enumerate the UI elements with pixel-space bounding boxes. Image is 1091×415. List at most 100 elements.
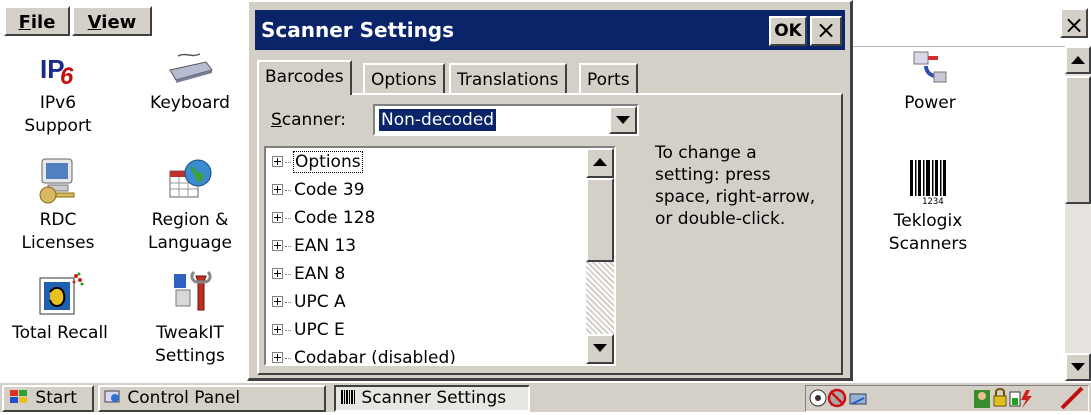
- control-panel-close-button[interactable]: ×: [1060, 8, 1088, 39]
- cp-item-tweakit[interactable]: TweakIT Settings: [140, 270, 240, 368]
- expand-icon[interactable]: [272, 323, 283, 335]
- scanner-label-accel: S: [271, 110, 282, 130]
- tree-item-code128[interactable]: Code 128: [272, 204, 375, 232]
- help-line: To change a: [655, 143, 757, 163]
- cp-item-ipv6-label1: IPv6: [39, 93, 77, 113]
- tree-item-upce[interactable]: UPC E: [272, 316, 345, 344]
- cp-item-power-label1: Power: [904, 93, 956, 113]
- dialog-close-button[interactable]: ×: [810, 16, 842, 46]
- dialog-titlebar: Scanner Settings OK ×: [255, 10, 845, 50]
- taskbar-scanner-settings-label: Scanner Settings: [361, 388, 507, 408]
- control-panel-scrollbar[interactable]: [1065, 46, 1091, 381]
- expand-icon[interactable]: [272, 239, 283, 251]
- stylus-icon: [1060, 386, 1084, 410]
- tree-item-options[interactable]: Options: [272, 148, 363, 176]
- barcode-icon: 1234: [906, 158, 950, 207]
- start-label: Start: [35, 388, 77, 408]
- sync-icon: [849, 393, 867, 405]
- tree-item-codabar[interactable]: Codabar (disabled): [272, 344, 456, 366]
- cp-item-region-label2: Language: [148, 233, 232, 253]
- tab-options[interactable]: Options: [363, 63, 445, 94]
- lock-icon: [993, 388, 1007, 407]
- user-icon: [974, 390, 990, 408]
- expand-icon[interactable]: [272, 183, 283, 195]
- cp-item-keyboard-label1: Keyboard: [150, 93, 230, 113]
- scroll-up-button[interactable]: [1065, 46, 1091, 74]
- cp-item-region-language[interactable]: Region & Language: [140, 155, 240, 255]
- scanner-settings-dialog: Scanner Settings OK × Barcodes Options T…: [247, 0, 853, 381]
- taskbar-scanner-settings[interactable]: Scanner Settings: [334, 385, 530, 412]
- tree-item-label: EAN 8: [294, 264, 346, 284]
- expand-icon[interactable]: [272, 295, 283, 307]
- taskbar: Start Control Panel Scanner Settings: [0, 381, 1091, 412]
- tree-item-label: Options: [293, 151, 363, 173]
- expand-icon[interactable]: [272, 351, 283, 363]
- expand-icon[interactable]: [272, 267, 283, 279]
- taskbar-control-panel[interactable]: Control Panel: [98, 385, 326, 412]
- control-panel-titlebar-right: [853, 0, 1091, 47]
- cp-item-teklogix-scanners[interactable]: 1234 Teklogix Scanners: [868, 158, 988, 256]
- barcode-tree[interactable]: Options Code 39 Code 128 EAN 13 EAN 8 UP…: [264, 146, 616, 366]
- cp-item-rdc-licenses[interactable]: RDC Licenses: [8, 155, 108, 255]
- cp-item-total-recall[interactable]: Total Recall: [4, 270, 116, 345]
- cp-item-rdc-label1: RDC: [39, 210, 77, 230]
- expand-icon[interactable]: [272, 211, 283, 223]
- scroll-down-button[interactable]: [1065, 353, 1091, 381]
- tree-scroll-down-button[interactable]: [586, 334, 614, 364]
- help-line: or double-click.: [655, 209, 786, 229]
- chevron-down-icon: [616, 116, 630, 124]
- menu-view-label-rest: iew: [101, 12, 137, 33]
- menu-file-accel: F: [18, 12, 31, 33]
- tweakit-icon: [166, 270, 214, 318]
- tree-scrollbar[interactable]: [586, 148, 614, 364]
- help-line: space, right-arrow,: [655, 187, 816, 207]
- keyboard-icon: [166, 48, 214, 88]
- ok-button[interactable]: OK: [769, 16, 807, 46]
- tree-item-label: Codabar (disabled): [294, 348, 456, 366]
- tree-item-code39[interactable]: Code 39: [272, 176, 365, 204]
- cp-item-region-label1: Region &: [151, 210, 229, 230]
- rdc-licenses-icon: [34, 155, 82, 205]
- system-tray: [805, 385, 1089, 412]
- scanner-select-dropdown-button[interactable]: [609, 106, 637, 134]
- cp-item-power[interactable]: Power: [875, 48, 985, 115]
- cp-item-ipv6-label2: Support: [24, 116, 92, 136]
- tree-item-ean8[interactable]: EAN 8: [272, 260, 345, 288]
- scroll-up-icon: [593, 158, 607, 166]
- control-panel-menubar: File View: [0, 0, 247, 40]
- tree-item-label: UPC A: [294, 292, 346, 312]
- battery-icon: [1009, 391, 1021, 407]
- scroll-up-icon: [1071, 56, 1085, 64]
- scanner-label-rest: canner:: [281, 110, 346, 130]
- scroll-down-icon: [1071, 363, 1085, 371]
- power-plug-icon: [908, 48, 952, 88]
- dialog-title: Scanner Settings: [261, 18, 455, 42]
- barcode-small-icon: [341, 390, 355, 404]
- tree-item-label: EAN 13: [294, 236, 357, 256]
- tab-strip: Barcodes Options Translations Ports: [257, 60, 837, 95]
- ipv6-icon: IP 6: [38, 48, 78, 90]
- scroll-down-icon: [593, 344, 607, 352]
- tab-translations[interactable]: Translations: [449, 63, 567, 94]
- tree-item-ean13[interactable]: EAN 13: [272, 232, 356, 260]
- taskbar-control-panel-label: Control Panel: [127, 388, 241, 408]
- scanner-select[interactable]: Non-decoded: [373, 104, 639, 136]
- cp-item-tweakit-label2: Settings: [155, 346, 225, 366]
- tree-scroll-thumb[interactable]: [586, 178, 614, 262]
- cp-item-teklogix-label2: Scanners: [888, 234, 968, 254]
- scroll-thumb[interactable]: [1065, 76, 1091, 204]
- menu-view[interactable]: View: [72, 6, 152, 36]
- expand-icon[interactable]: [272, 155, 283, 167]
- tree-item-upca[interactable]: UPC A: [272, 288, 346, 316]
- start-button[interactable]: Start: [2, 385, 94, 412]
- tab-ports[interactable]: Ports: [579, 63, 638, 94]
- globe-calendar-icon: [166, 155, 214, 205]
- cp-item-keyboard[interactable]: Keyboard: [140, 48, 240, 115]
- tab-barcodes[interactable]: Barcodes: [257, 60, 352, 95]
- cp-item-tweakit-label1: TweakIT: [156, 323, 224, 343]
- cp-item-ipv6[interactable]: IP 6 IPv6 Support: [8, 48, 108, 138]
- menu-file[interactable]: File: [4, 6, 70, 36]
- tree-item-label: Code 128: [294, 208, 376, 228]
- tree-scroll-up-button[interactable]: [586, 148, 614, 178]
- help-line: setting: press: [655, 165, 771, 185]
